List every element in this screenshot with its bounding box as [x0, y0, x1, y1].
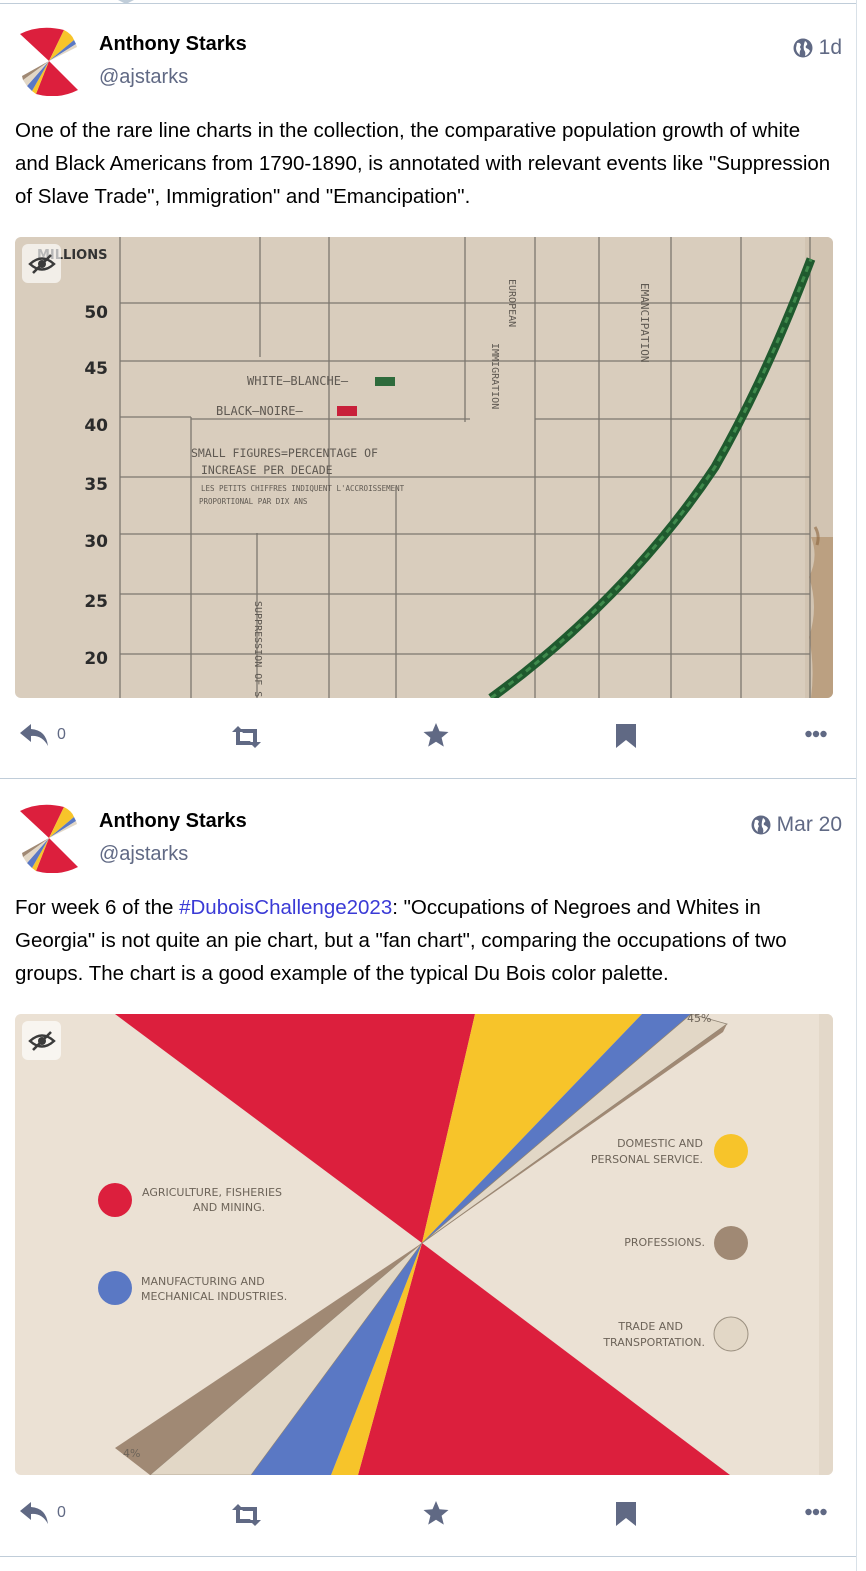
ellipsis-icon — [805, 730, 827, 738]
annotation-immigration: IMMIGRATION — [489, 343, 500, 409]
legend-black-label: BLACK—NOIRE— — [216, 404, 303, 418]
globe-icon — [793, 38, 813, 58]
post-actions: 0 — [0, 1496, 856, 1536]
post-content: One of the rare line charts in the colle… — [15, 119, 831, 208]
y-tick-label: 35 — [84, 475, 108, 495]
y-tick-label: 40 — [84, 416, 108, 436]
eye-slash-icon — [27, 253, 56, 274]
chart-note: SMALL FIGURES=PERCENTAGE OF — [191, 446, 378, 460]
reply-count: 0 — [57, 726, 66, 743]
annotation-suppression: SUPPRESSION OF S — [252, 601, 263, 697]
legend-swatch-domestic — [714, 1134, 748, 1168]
avatar[interactable] — [18, 26, 80, 96]
bookmark-icon — [616, 724, 636, 748]
favourite-button[interactable] — [423, 723, 449, 748]
legend-swatch-trade — [713, 1316, 749, 1352]
legend-white-swatch — [375, 377, 395, 386]
legend-black-swatch — [337, 406, 357, 416]
annotation-emancipation: EMANCIPATION — [638, 283, 651, 362]
y-tick-label: 25 — [84, 592, 108, 612]
y-tick-label: 45 — [84, 359, 108, 379]
star-icon — [423, 1501, 449, 1525]
media-attachment[interactable]: 45% 4% AGRICULTURE, FISHERIES AND MINING… — [15, 1014, 833, 1475]
pct-label: 4% — [123, 1447, 140, 1460]
post-divider — [0, 778, 856, 779]
bookmark-button[interactable] — [616, 1502, 636, 1526]
legend-label-agriculture: AGRICULTURE, FISHERIES — [142, 1186, 282, 1199]
chart-note: PROPORTIONAL PAR DIX ANS — [199, 497, 308, 506]
content-text: For week 6 of the — [15, 896, 180, 919]
boost-button[interactable] — [231, 726, 262, 748]
hashtag-link[interactable]: #DuboisChallenge2023 — [179, 896, 392, 919]
reply-button[interactable]: 0 — [20, 724, 66, 746]
legend-label-trade: TRADE AND — [617, 1320, 683, 1333]
media-line-chart-image: MILLIONS 50 45 40 35 30 25 20 WHITE—BLAN… — [15, 237, 833, 698]
media-attachment[interactable]: MILLIONS 50 45 40 35 30 25 20 WHITE—BLAN… — [15, 237, 833, 698]
author-name[interactable]: Anthony Starks — [99, 33, 247, 56]
author-name[interactable]: Anthony Starks — [99, 810, 247, 833]
legend-label-trade: TRANSPORTATION. — [602, 1336, 705, 1349]
annotation-european: EUROPEAN — [506, 279, 517, 327]
hide-media-button[interactable] — [22, 1021, 61, 1060]
boost-button[interactable] — [231, 1504, 262, 1526]
bookmark-button[interactable] — [616, 724, 636, 748]
boost-icon — [232, 1504, 261, 1526]
star-icon — [423, 723, 449, 747]
y-tick-label: 50 — [84, 303, 108, 323]
more-button[interactable] — [805, 730, 827, 738]
legend-white-label: WHITE—BLANCHE— — [247, 374, 349, 388]
post-timestamp[interactable]: 1d — [793, 36, 842, 60]
chart-note: LES PETITS CHIFFRES INDIQUENT L'ACCROISS… — [201, 484, 405, 493]
globe-icon — [751, 815, 771, 835]
legend-label-manufacturing: MANUFACTURING AND — [141, 1275, 265, 1288]
y-tick-label: 30 — [84, 532, 108, 552]
favourite-button[interactable] — [423, 1501, 449, 1526]
y-tick-label: 20 — [84, 649, 108, 669]
media-fan-chart-image: 45% 4% AGRICULTURE, FISHERIES AND MINING… — [15, 1014, 833, 1475]
reply-button[interactable]: 0 — [20, 1502, 66, 1524]
post-actions: 0 — [0, 718, 856, 758]
eye-slash-icon — [27, 1030, 56, 1051]
timeline-notch — [118, 0, 134, 4]
timestamp-text: Mar 20 — [776, 813, 842, 836]
reply-count: 0 — [57, 1504, 66, 1521]
column-border — [856, 0, 857, 1571]
timestamp-text: 1d — [818, 36, 842, 59]
post-divider — [0, 1556, 856, 1557]
boost-icon — [232, 726, 261, 748]
more-button[interactable] — [805, 1508, 827, 1516]
post-timestamp[interactable]: Mar 20 — [751, 813, 842, 837]
chart-note: INCREASE PER DECADE — [201, 463, 333, 477]
author-handle[interactable]: @ajstarks — [99, 843, 188, 866]
legend-label-agriculture: AND MINING. — [193, 1201, 265, 1214]
legend-label-domestic: DOMESTIC AND — [617, 1137, 703, 1150]
pct-label: 45% — [687, 1014, 711, 1025]
reply-icon — [20, 1502, 48, 1524]
ellipsis-icon — [805, 1508, 827, 1516]
legend-label-domestic: PERSONAL SERVICE. — [591, 1153, 703, 1166]
author-handle[interactable]: @ajstarks — [99, 66, 188, 89]
avatar[interactable] — [18, 803, 80, 873]
hide-media-button[interactable] — [22, 244, 61, 283]
legend-swatch-manufacturing — [98, 1271, 132, 1305]
post-content: For week 6 of the #DuboisChallenge2023: … — [15, 891, 835, 990]
reply-icon — [20, 724, 48, 746]
bookmark-icon — [616, 1502, 636, 1526]
legend-label-manufacturing: MECHANICAL INDUSTRIES. — [141, 1290, 287, 1303]
legend-swatch-agriculture — [98, 1183, 132, 1217]
legend-label-professions: PROFESSIONS. — [624, 1236, 705, 1249]
legend-swatch-professions — [714, 1226, 748, 1260]
